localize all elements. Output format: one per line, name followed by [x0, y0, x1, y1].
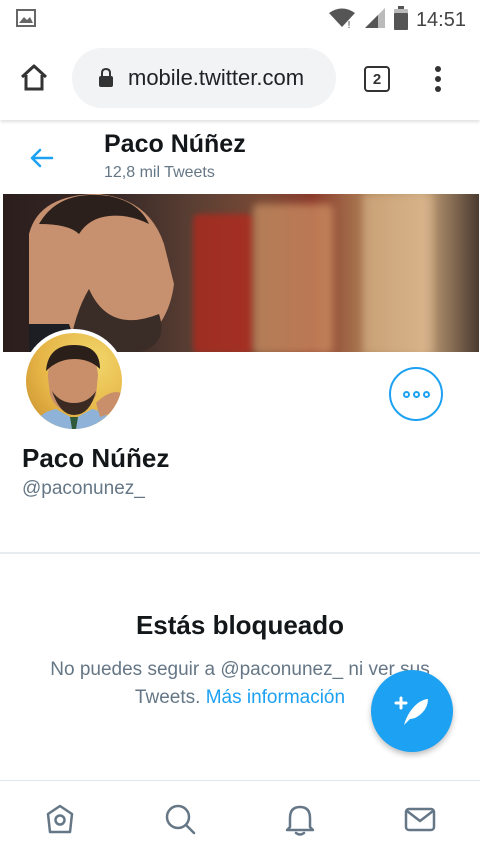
- tab-switcher-button[interactable]: 2: [364, 66, 390, 92]
- notifications-icon[interactable]: [282, 801, 318, 837]
- svg-text:!: !: [347, 20, 351, 29]
- profile-handle: @paconunez_: [22, 478, 145, 499]
- divider: [0, 552, 480, 554]
- compose-tweet-button[interactable]: [371, 670, 453, 752]
- battery-icon: [393, 6, 408, 35]
- messages-icon[interactable]: [402, 801, 438, 837]
- wifi-icon: !: [328, 7, 356, 34]
- back-arrow-icon[interactable]: [28, 144, 58, 174]
- status-time: 14:51: [415, 9, 466, 31]
- lock-icon: [98, 67, 114, 93]
- more-info-link[interactable]: Más información: [206, 687, 345, 708]
- menu-dots-icon[interactable]: [432, 66, 444, 94]
- status-bar: ! 14:51: [0, 0, 480, 38]
- signal-icon: [364, 7, 386, 34]
- header-name: Paco Núñez: [104, 130, 246, 158]
- profile-name: Paco Núñez: [22, 443, 170, 473]
- bottom-navigation: [0, 781, 480, 854]
- compose-feather-icon: [394, 696, 428, 725]
- search-icon[interactable]: [162, 801, 198, 837]
- address-bar[interactable]: mobile.twitter.com: [72, 48, 336, 108]
- blocked-title: Estás bloqueado: [135, 610, 345, 640]
- more-options-button[interactable]: [389, 367, 443, 421]
- banner-portrait: [29, 194, 174, 352]
- browser-toolbar: mobile.twitter.com 2: [0, 38, 480, 120]
- profile-header: Paco Núñez 12,8 mil Tweets: [0, 126, 480, 194]
- header-tweet-count: 12,8 mil Tweets: [104, 164, 215, 181]
- image-notification-icon: [16, 9, 36, 32]
- avatar[interactable]: [22, 329, 126, 433]
- home-icon[interactable]: [42, 801, 78, 837]
- home-icon[interactable]: [18, 62, 54, 98]
- url-text[interactable]: mobile.twitter.com: [128, 65, 334, 91]
